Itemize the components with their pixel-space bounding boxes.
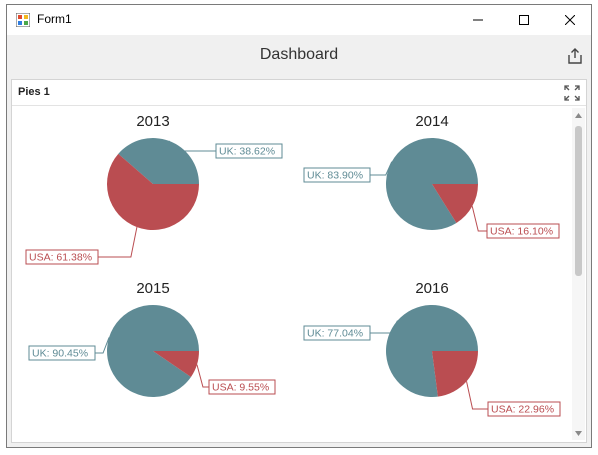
chevron-down-icon [575, 430, 582, 436]
close-button[interactable] [547, 5, 593, 35]
scroll-thumb[interactable] [575, 126, 582, 276]
pie-label-usa: USA: 9.55% [212, 382, 269, 394]
export-icon[interactable] [566, 47, 584, 65]
chevron-up-icon [575, 112, 582, 118]
fullscreen-icon[interactable] [564, 85, 580, 101]
scroll-down-button[interactable] [572, 426, 585, 440]
dashboard-title: Dashboard [259, 46, 339, 63]
winforms-app-icon [16, 13, 30, 27]
maximize-button[interactable] [501, 5, 547, 35]
pie-label-uk: UK: 83.90% [307, 170, 363, 182]
minimize-button[interactable] [455, 5, 501, 35]
window-title: Form1 [37, 12, 72, 26]
panel-header: Pies 1 [12, 80, 586, 106]
pie-leader-line [95, 337, 110, 354]
maximize-icon [519, 15, 529, 25]
pie-label-uk: UK: 90.45% [32, 348, 88, 360]
pie-leader-line [196, 364, 209, 388]
pies-panel: Pies 1 2013 UK: 38.62% USA: 61.38% 2014 UK: … [11, 79, 587, 443]
pie-label-uk: UK: 38.62% [219, 146, 275, 158]
pie-leader-line [471, 206, 487, 232]
pie-leader-line [466, 381, 488, 410]
vertical-scrollbar[interactable] [572, 108, 585, 440]
pie-title-2016: 2016 [415, 280, 448, 297]
pie-charts: 2013 UK: 38.62% USA: 61.38% 2014 UK: 83.90% U… [25, 113, 561, 417]
pie-label-usa: USA: 16.10% [490, 226, 553, 238]
pie-title-2014: 2014 [415, 113, 448, 130]
pie-charts-area: 2013 UK: 38.62% USA: 61.38% 2014 UK: 83.90% U… [12, 106, 570, 442]
pie-title-2013: 2013 [136, 113, 169, 130]
pie-label-uk: UK: 77.04% [307, 328, 363, 340]
dashboard-header: Dashboard [7, 35, 591, 77]
panel-title: Pies 1 [18, 86, 50, 98]
scroll-up-button[interactable] [572, 108, 585, 122]
pie-leader-line [98, 226, 138, 258]
pie-slice-usa-2016[interactable] [432, 351, 478, 397]
close-icon [565, 15, 575, 25]
pie-label-usa: USA: 61.38% [29, 252, 92, 264]
pie-label-usa: USA: 22.96% [491, 404, 554, 416]
title-bar[interactable]: Form1 [7, 5, 591, 35]
minimize-icon [473, 19, 483, 21]
pie-title-2015: 2015 [136, 280, 169, 297]
app-window: Form1 Dashboard Pies 1 2013 UK: 38.62% U… [6, 4, 592, 448]
